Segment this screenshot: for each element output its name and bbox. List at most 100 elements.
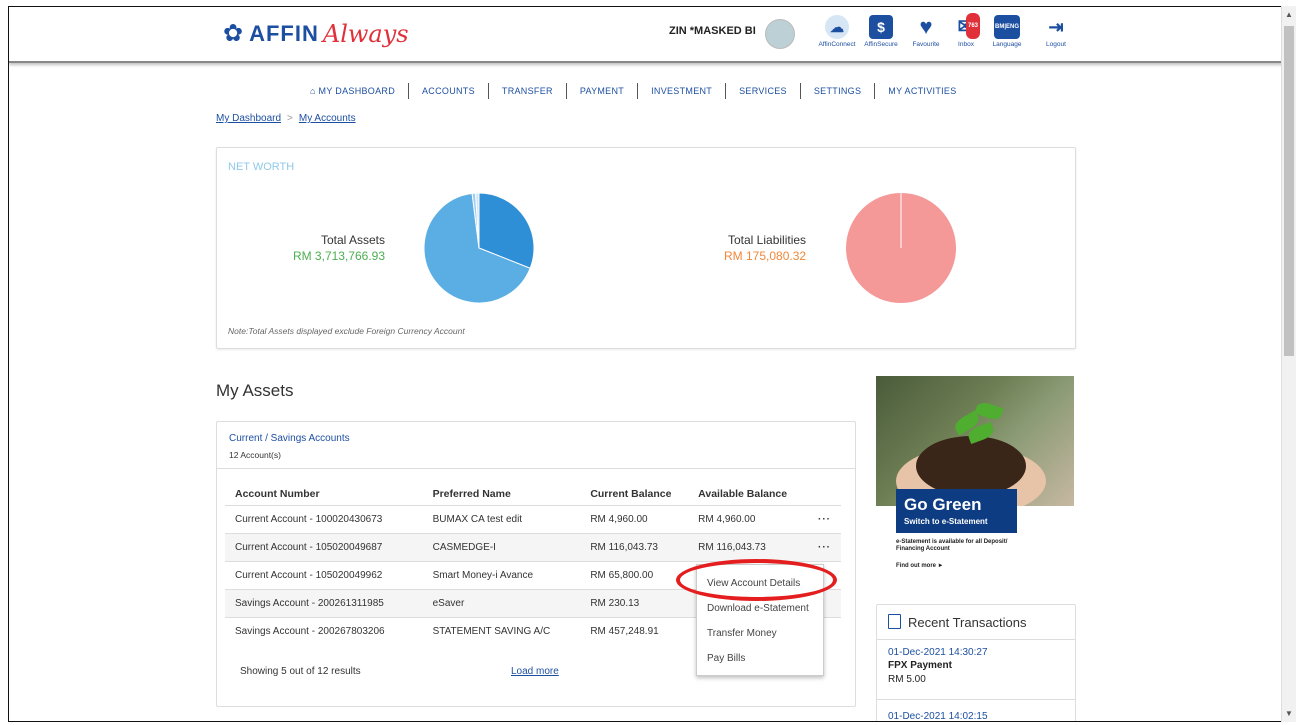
col-preferred-name: Preferred Name	[432, 488, 511, 500]
nav-my-activities[interactable]: MY ACTIVITIES	[875, 86, 969, 96]
vertical-scrollbar[interactable]: ▲ ▼	[1281, 6, 1296, 722]
heart-icon: ♥	[919, 14, 933, 39]
current-balance-cell: RM 65,800.00	[580, 561, 689, 590]
soil-shape	[916, 436, 1026, 496]
transaction-date: 01-Dec-2021 14:30:27	[888, 647, 988, 658]
go-green-banner[interactable]: Go Green Switch to e-Statement e-Stateme…	[876, 376, 1074, 586]
my-assets-title: My Assets	[216, 381, 294, 400]
logout-label: Logout	[1046, 41, 1066, 48]
preferred-name-cell: BUMAX CA test edit	[422, 505, 581, 534]
affinconnect-button[interactable]: ☁ AffinConnect	[817, 15, 857, 48]
menu-view-account-details[interactable]: View Account Details	[707, 578, 800, 589]
scroll-down-icon[interactable]: ▼	[1285, 709, 1293, 718]
favourite-button[interactable]: ♥ Favourite	[906, 14, 946, 49]
user-name: ZIN *MASKED BI	[669, 25, 756, 37]
browser-viewport: ✿ AFFIN Always ZIN *MASKED BI ☁ AffinCon…	[8, 6, 1282, 722]
total-assets-label: Total Assets	[320, 233, 385, 247]
total-liabilities-label: Total Liabilities	[728, 233, 807, 247]
main-nav: ⌂ MY DASHBOARD ACCOUNTS TRANSFER PAYMENT…	[297, 83, 970, 99]
menu-transfer-money[interactable]: Transfer Money	[707, 628, 777, 639]
logout-door-icon: ⇥	[1048, 17, 1064, 37]
total-liabilities-value: RM 175,080.32	[724, 249, 807, 263]
current-balance-cell: RM 4,960.00	[580, 505, 689, 534]
breadcrumb: My Dashboard > My Accounts	[216, 113, 356, 124]
nav-accounts[interactable]: ACCOUNTS	[409, 86, 488, 96]
col-current-balance: Current Balance	[590, 488, 672, 500]
nav-transfer[interactable]: TRANSFER	[489, 86, 566, 96]
shield-dollar-icon: $	[869, 15, 893, 39]
language-label: Language	[992, 41, 1022, 48]
transaction-amount: RM 5.00	[888, 674, 926, 685]
banner-title: Go Green	[904, 495, 982, 514]
nav-services[interactable]: SERVICES	[726, 86, 800, 96]
nav-investment[interactable]: INVESTMENT	[638, 86, 725, 96]
seedling-hands-image	[876, 376, 1074, 506]
avatar[interactable]	[765, 19, 795, 49]
favourite-label: Favourite	[912, 41, 940, 48]
nav-my-dashboard[interactable]: ⌂ MY DASHBOARD	[297, 86, 408, 96]
recent-title: Recent Transactions	[908, 615, 1027, 630]
current-balance-cell: RM 230.13	[580, 589, 689, 618]
assets-pie-chart	[423, 192, 535, 304]
nav-settings[interactable]: SETTINGS	[801, 86, 874, 96]
liabilities-pie-chart	[846, 193, 956, 303]
more-actions-icon[interactable]: ···	[808, 533, 841, 562]
home-icon: ⌂	[310, 86, 319, 96]
col-actions	[808, 482, 841, 506]
nav-payment[interactable]: PAYMENT	[567, 86, 637, 96]
net-worth-title: NET WORTH	[228, 161, 295, 173]
logout-button[interactable]: ⇥ Logout	[1039, 15, 1073, 48]
affin-logo[interactable]: ✿ AFFIN Always	[223, 19, 409, 48]
accounts-count: 12 Account(s)	[229, 450, 281, 460]
banner-find-out-more[interactable]: Find out more ►	[896, 563, 944, 569]
affinconnect-label: AffinConnect	[818, 41, 856, 48]
account-number-cell: Savings Account - 200267803206	[225, 617, 423, 645]
affinsecure-label: AffinSecure	[864, 41, 898, 48]
brand-text: AFFIN	[249, 20, 319, 46]
table-row[interactable]: Current Account - 100020430673 BUMAX CA …	[225, 505, 841, 534]
recent-header: Recent Transactions	[877, 605, 1075, 640]
results-count: Showing 5 out of 12 results	[240, 666, 361, 677]
preferred-name-cell: CASMEDGE-I	[422, 533, 581, 562]
inbox-badge: 763	[965, 13, 980, 39]
col-available-balance: Available Balance	[698, 488, 788, 500]
current-balance-cell: RM 457,248.91	[580, 617, 689, 645]
affinsecure-button[interactable]: $ AffinSecure	[861, 15, 901, 48]
document-icon	[888, 614, 901, 629]
recent-transactions-panel: Recent Transactions 01-Dec-2021 14:30:27…	[876, 604, 1076, 721]
nav-label: MY DASHBOARD	[318, 86, 395, 96]
inbox-button[interactable]: ✉763 Inbox	[949, 13, 983, 48]
current-balance-cell: RM 116,043.73	[580, 533, 689, 562]
load-more-link[interactable]: Load more	[511, 666, 559, 677]
envelope-icon: ✉763	[954, 13, 980, 39]
account-number-cell: Current Account - 105020049687	[225, 533, 423, 562]
table-header-row: Account Number Preferred Name Current Ba…	[225, 482, 841, 506]
account-number-cell: Current Account - 100020430673	[225, 505, 423, 534]
scrollbar-thumb[interactable]	[1284, 26, 1294, 356]
menu-pay-bills[interactable]: Pay Bills	[707, 653, 745, 664]
table-row[interactable]: Current Account - 105020049687 CASMEDGE-…	[225, 533, 841, 562]
preferred-name-cell: eSaver	[422, 589, 581, 618]
available-balance-cell: RM 4,960.00	[688, 505, 808, 534]
breadcrumb-accounts[interactable]: My Accounts	[299, 113, 356, 124]
account-context-menu: View Account Details Download e-Statemen…	[696, 564, 824, 676]
scroll-up-icon[interactable]: ▲	[1285, 10, 1293, 19]
go-green-box: Go Green Switch to e-Statement	[896, 489, 1017, 533]
more-actions-icon[interactable]: ···	[808, 505, 841, 534]
total-assets-value: RM 3,713,766.93	[292, 249, 385, 263]
net-worth-note: Note:Total Assets displayed exclude Fore…	[228, 326, 465, 336]
banner-text: e-Statement is available for all Deposit…	[896, 539, 1008, 552]
preferred-name-cell: STATEMENT SAVING A/C	[422, 617, 581, 645]
account-number-cell: Savings Account - 200261311985	[225, 589, 423, 618]
net-worth-panel: NET WORTH Total Assets RM 3,713,766.93 T…	[216, 147, 1076, 349]
flower-logo-icon: ✿	[223, 20, 244, 47]
accounts-group-title[interactable]: Current / Savings Accounts	[229, 433, 350, 444]
brand-script-text: Always	[322, 19, 409, 48]
breadcrumb-dashboard[interactable]: My Dashboard	[216, 113, 281, 124]
language-button[interactable]: BM|ENG Language	[989, 15, 1025, 48]
top-header: ✿ AFFIN Always ZIN *MASKED BI ☁ AffinCon…	[9, 7, 1282, 63]
banner-subtitle: Switch to e-Statement	[904, 517, 988, 526]
language-icon: BM|ENG	[994, 15, 1020, 39]
menu-download-estatement[interactable]: Download e-Statement	[707, 603, 809, 614]
col-account-number: Account Number	[235, 488, 320, 500]
